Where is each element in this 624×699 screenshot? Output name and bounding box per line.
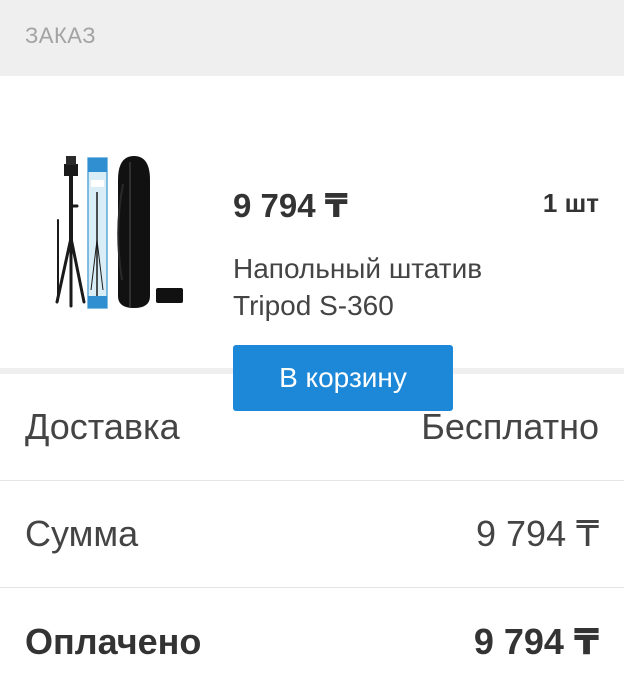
phone-holder-graphic	[156, 288, 183, 303]
summary-row-paid: Оплачено 9 794 ₸	[0, 588, 624, 695]
order-summary: Доставка Бесплатно Сумма 9 794 ₸ Оплачен…	[0, 374, 624, 695]
delivery-label: Доставка	[25, 406, 180, 447]
order-section-title: ЗАКАЗ	[25, 23, 96, 48]
tripod-graphic	[55, 156, 86, 308]
item-price: 9 794 ₸	[233, 187, 348, 224]
box-graphic	[87, 157, 108, 309]
product-image[interactable]	[44, 120, 200, 310]
paid-value: 9 794 ₸	[473, 620, 599, 662]
order-item: 9 794 ₸ 1 шт Напольный штатив Tripod S-3…	[0, 76, 624, 411]
total-value: 9 794 ₸	[476, 513, 599, 554]
summary-row-total: Сумма 9 794 ₸	[0, 481, 624, 588]
delivery-value: Бесплатно	[421, 406, 599, 447]
item-name[interactable]: Напольный штатив Tripod S-360	[233, 250, 563, 324]
item-quantity: 1 шт	[542, 188, 599, 218]
add-to-cart-button[interactable]: В корзину	[233, 345, 453, 411]
total-label: Сумма	[25, 513, 139, 554]
bag-graphic	[117, 156, 150, 308]
order-section-header: ЗАКАЗ	[0, 0, 624, 76]
paid-label: Оплачено	[25, 620, 202, 662]
